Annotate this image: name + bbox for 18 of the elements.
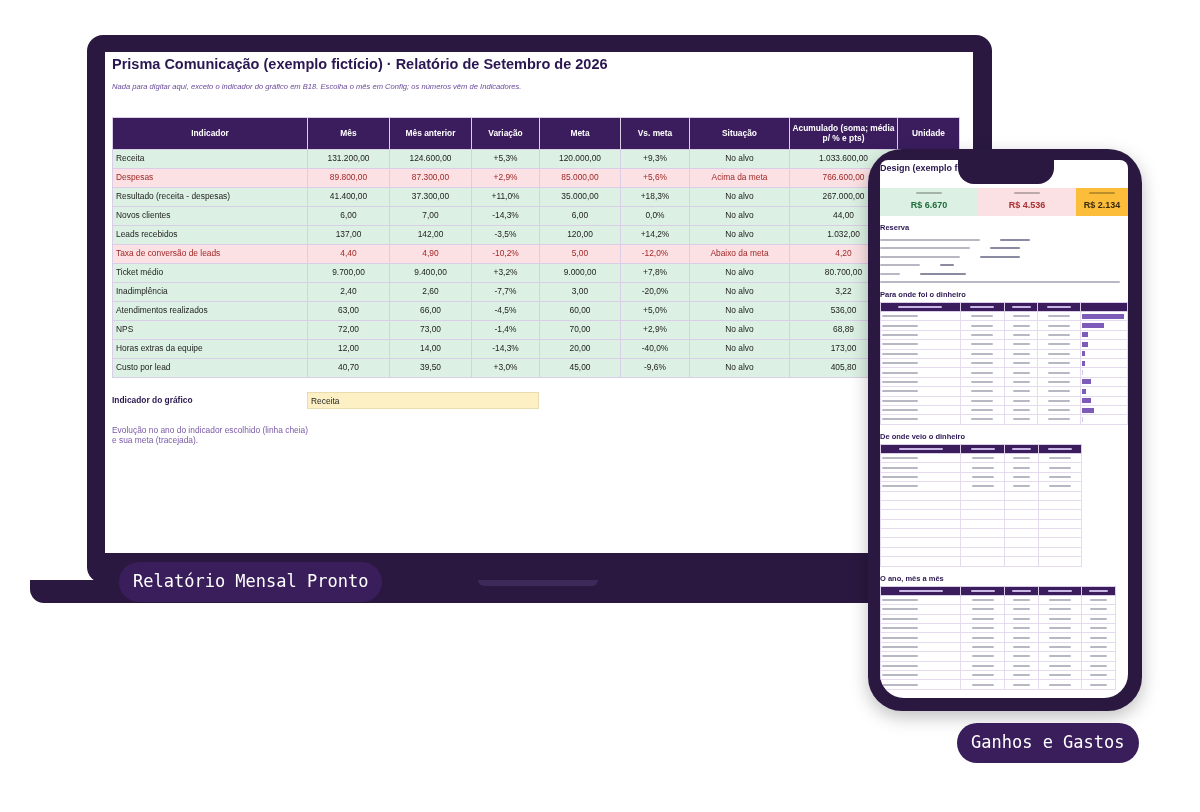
report-title: Prisma Comunicação (exemplo fictício) · Relatório de Setembro de 2026 <box>112 56 609 74</box>
caption-pill: Ganhos e Gastos <box>957 723 1139 763</box>
summary-value: R$ 4.536 <box>1007 198 1047 212</box>
summary-value: R$ 6.670 <box>909 198 949 212</box>
column-header: Unidade <box>897 117 960 150</box>
indicator-field[interactable]: Receita <box>307 391 539 409</box>
column-header: Acumulado (soma; média p/ % e pts) <box>789 117 898 150</box>
column-header: Meta <box>539 117 621 150</box>
chart-indicator-label: Indicador do gráfico <box>112 393 194 407</box>
chart-note: Evolução no ano do indicador escolhido (linha cheia) e sua meta (tracejada). <box>112 424 309 446</box>
caption-pill: Relatório Mensal Pronto <box>119 562 383 602</box>
column-header: Vs. meta <box>620 117 690 150</box>
column-header: Situação <box>689 117 790 150</box>
column-header: Mês anterior <box>389 117 472 150</box>
column-header: Mês <box>307 117 390 150</box>
column-header: Indicador <box>112 117 308 150</box>
summary-value: R$ 2.134 <box>1082 198 1122 212</box>
column-header: Variação <box>471 117 540 150</box>
